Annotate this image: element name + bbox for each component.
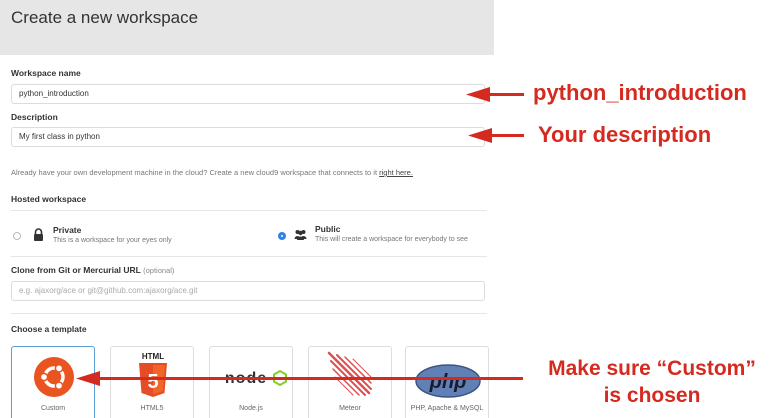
annotation-description: Your description xyxy=(538,122,712,147)
annotation-custom: Make sure “Custom” is chosen xyxy=(532,355,772,409)
annotation-custom-line1: Make sure “Custom” xyxy=(548,357,756,380)
annotation-custom-line2: is chosen xyxy=(603,384,701,407)
annotation-name: python_introduction xyxy=(533,80,747,105)
